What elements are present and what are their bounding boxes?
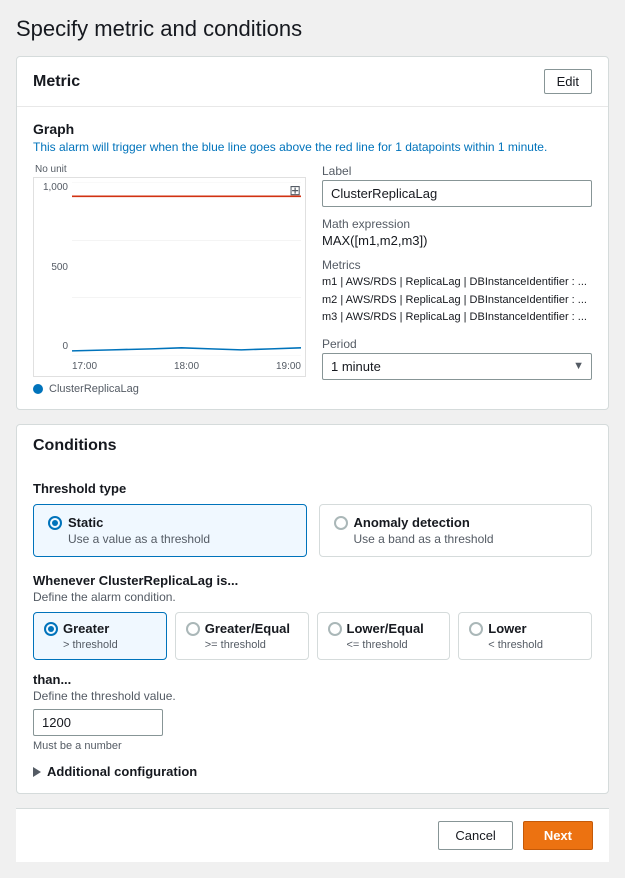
radio-greater	[44, 622, 58, 636]
metric-card-body: Graph This alarm will trigger when the b…	[17, 107, 608, 409]
x-label-19: 19:00	[276, 361, 301, 372]
condition-greater-desc: > threshold	[63, 639, 156, 651]
condition-greater-equal-label: Greater/Equal	[205, 621, 290, 636]
threshold-option-anomaly-title: Anomaly detection	[334, 515, 578, 530]
condition-option-greater-equal[interactable]: Greater/Equal >= threshold	[175, 612, 309, 660]
whenever-desc: Define the alarm condition.	[33, 590, 592, 604]
than-title: than...	[33, 672, 592, 687]
condition-option-greater-title: Greater	[44, 621, 156, 636]
additional-config[interactable]: Additional configuration	[33, 764, 592, 779]
period-select[interactable]: 1 minute 5 minutes 10 minutes 30 minutes…	[322, 353, 592, 380]
condition-option-greater-equal-title: Greater/Equal	[186, 621, 298, 636]
graph-plot-area	[72, 182, 301, 356]
condition-option-lower-title: Lower	[469, 621, 581, 636]
graph-area: No unit ⊞ 1,000 500 0	[33, 164, 592, 395]
condition-greater-equal-desc: >= threshold	[205, 639, 298, 651]
conditions-card: Conditions Threshold type Static Use a v…	[16, 424, 609, 794]
graph-left: No unit ⊞ 1,000 500 0	[33, 164, 306, 395]
conditions-card-title: Conditions	[33, 437, 117, 455]
metric-item-1: m1 | AWS/RDS | ReplicaLag | DBInstanceId…	[322, 274, 592, 292]
legend-dot	[33, 384, 43, 394]
condition-greater-label: Greater	[63, 621, 109, 636]
graph-legend: ClusterReplicaLag	[33, 383, 306, 395]
conditions-card-header: Conditions	[17, 425, 608, 467]
period-field: Period 1 minute 5 minutes 10 minutes 30 …	[322, 337, 592, 380]
threshold-static-desc: Use a value as a threshold	[68, 532, 292, 546]
radio-static	[48, 516, 62, 530]
threshold-type-label: Threshold type	[33, 481, 592, 496]
radio-greater-equal	[186, 622, 200, 636]
threshold-option-anomaly[interactable]: Anomaly detection Use a band as a thresh…	[319, 504, 593, 557]
no-unit-label: No unit	[35, 164, 306, 175]
threshold-option-static-title: Static	[48, 515, 292, 530]
metric-item-3: m3 | AWS/RDS | ReplicaLag | DBInstanceId…	[322, 309, 592, 327]
additional-config-label: Additional configuration	[47, 764, 197, 779]
than-input[interactable]	[33, 709, 163, 736]
footer-bar: Cancel Next	[16, 808, 609, 862]
condition-lower-equal-desc: <= threshold	[347, 639, 440, 651]
y-label-1000: 1,000	[34, 182, 72, 193]
metric-card-title: Metric	[33, 73, 80, 91]
condition-option-lower-equal-title: Lower/Equal	[328, 621, 440, 636]
graph-y-labels: 1,000 500 0	[34, 178, 72, 356]
edit-button[interactable]: Edit	[544, 69, 592, 94]
graph-x-labels: 17:00 18:00 19:00	[72, 356, 301, 376]
label-field: Label	[322, 164, 592, 207]
whenever-section: Whenever ClusterReplicaLag is... Define …	[33, 573, 592, 660]
metric-card-header: Metric Edit	[17, 57, 608, 107]
graph-svg	[72, 182, 301, 356]
metric-card: Metric Edit Graph This alarm will trigge…	[16, 56, 609, 410]
graph-section-label: Graph	[33, 121, 592, 137]
condition-option-greater[interactable]: Greater > threshold	[33, 612, 167, 660]
period-label: Period	[322, 337, 592, 351]
metrics-list: m1 | AWS/RDS | ReplicaLag | DBInstanceId…	[322, 274, 592, 327]
threshold-anomaly-label: Anomaly detection	[354, 515, 470, 530]
whenever-title: Whenever ClusterReplicaLag is...	[33, 573, 592, 588]
metrics-field: Metrics m1 | AWS/RDS | ReplicaLag | DBIn…	[322, 258, 592, 327]
graph-right: Label Math expression MAX([m1,m2,m3]) Me…	[322, 164, 592, 395]
math-expression-value: MAX([m1,m2,m3])	[322, 233, 592, 248]
label-input[interactable]	[322, 180, 592, 207]
threshold-type-row: Static Use a value as a threshold Anomal…	[33, 504, 592, 557]
condition-lower-desc: < threshold	[488, 639, 581, 651]
period-select-wrapper: 1 minute 5 minutes 10 minutes 30 minutes…	[322, 353, 592, 380]
cancel-button[interactable]: Cancel	[438, 821, 512, 850]
x-label-18: 18:00	[174, 361, 199, 372]
must-be-number: Must be a number	[33, 740, 592, 752]
next-button[interactable]: Next	[523, 821, 593, 850]
y-label-0: 0	[34, 341, 72, 352]
y-label-500: 500	[34, 262, 72, 273]
threshold-anomaly-desc: Use a band as a threshold	[354, 532, 578, 546]
condition-lower-equal-label: Lower/Equal	[347, 621, 424, 636]
math-expression-label: Math expression	[322, 217, 592, 231]
threshold-static-label: Static	[68, 515, 103, 530]
metrics-label: Metrics	[322, 258, 592, 272]
condition-options-row: Greater > threshold Greater/Equal >= thr…	[33, 612, 592, 660]
legend-label: ClusterReplicaLag	[49, 383, 139, 395]
math-expression-field: Math expression MAX([m1,m2,m3])	[322, 217, 592, 248]
x-label-17: 17:00	[72, 361, 97, 372]
than-desc: Define the threshold value.	[33, 689, 592, 703]
metric-item-2: m2 | AWS/RDS | ReplicaLag | DBInstanceId…	[322, 292, 592, 310]
threshold-option-static[interactable]: Static Use a value as a threshold	[33, 504, 307, 557]
condition-option-lower-equal[interactable]: Lower/Equal <= threshold	[317, 612, 451, 660]
triangle-icon	[33, 767, 41, 777]
conditions-card-body: Threshold type Static Use a value as a t…	[17, 467, 608, 793]
than-section: than... Define the threshold value. Must…	[33, 672, 592, 752]
graph-canvas: ⊞ 1,000 500 0	[33, 177, 306, 377]
radio-lower-equal	[328, 622, 342, 636]
radio-lower	[469, 622, 483, 636]
condition-lower-label: Lower	[488, 621, 526, 636]
radio-anomaly	[334, 516, 348, 530]
page-title: Specify metric and conditions	[16, 16, 609, 42]
condition-option-lower[interactable]: Lower < threshold	[458, 612, 592, 660]
label-field-label: Label	[322, 164, 592, 178]
graph-description: This alarm will trigger when the blue li…	[33, 140, 592, 154]
